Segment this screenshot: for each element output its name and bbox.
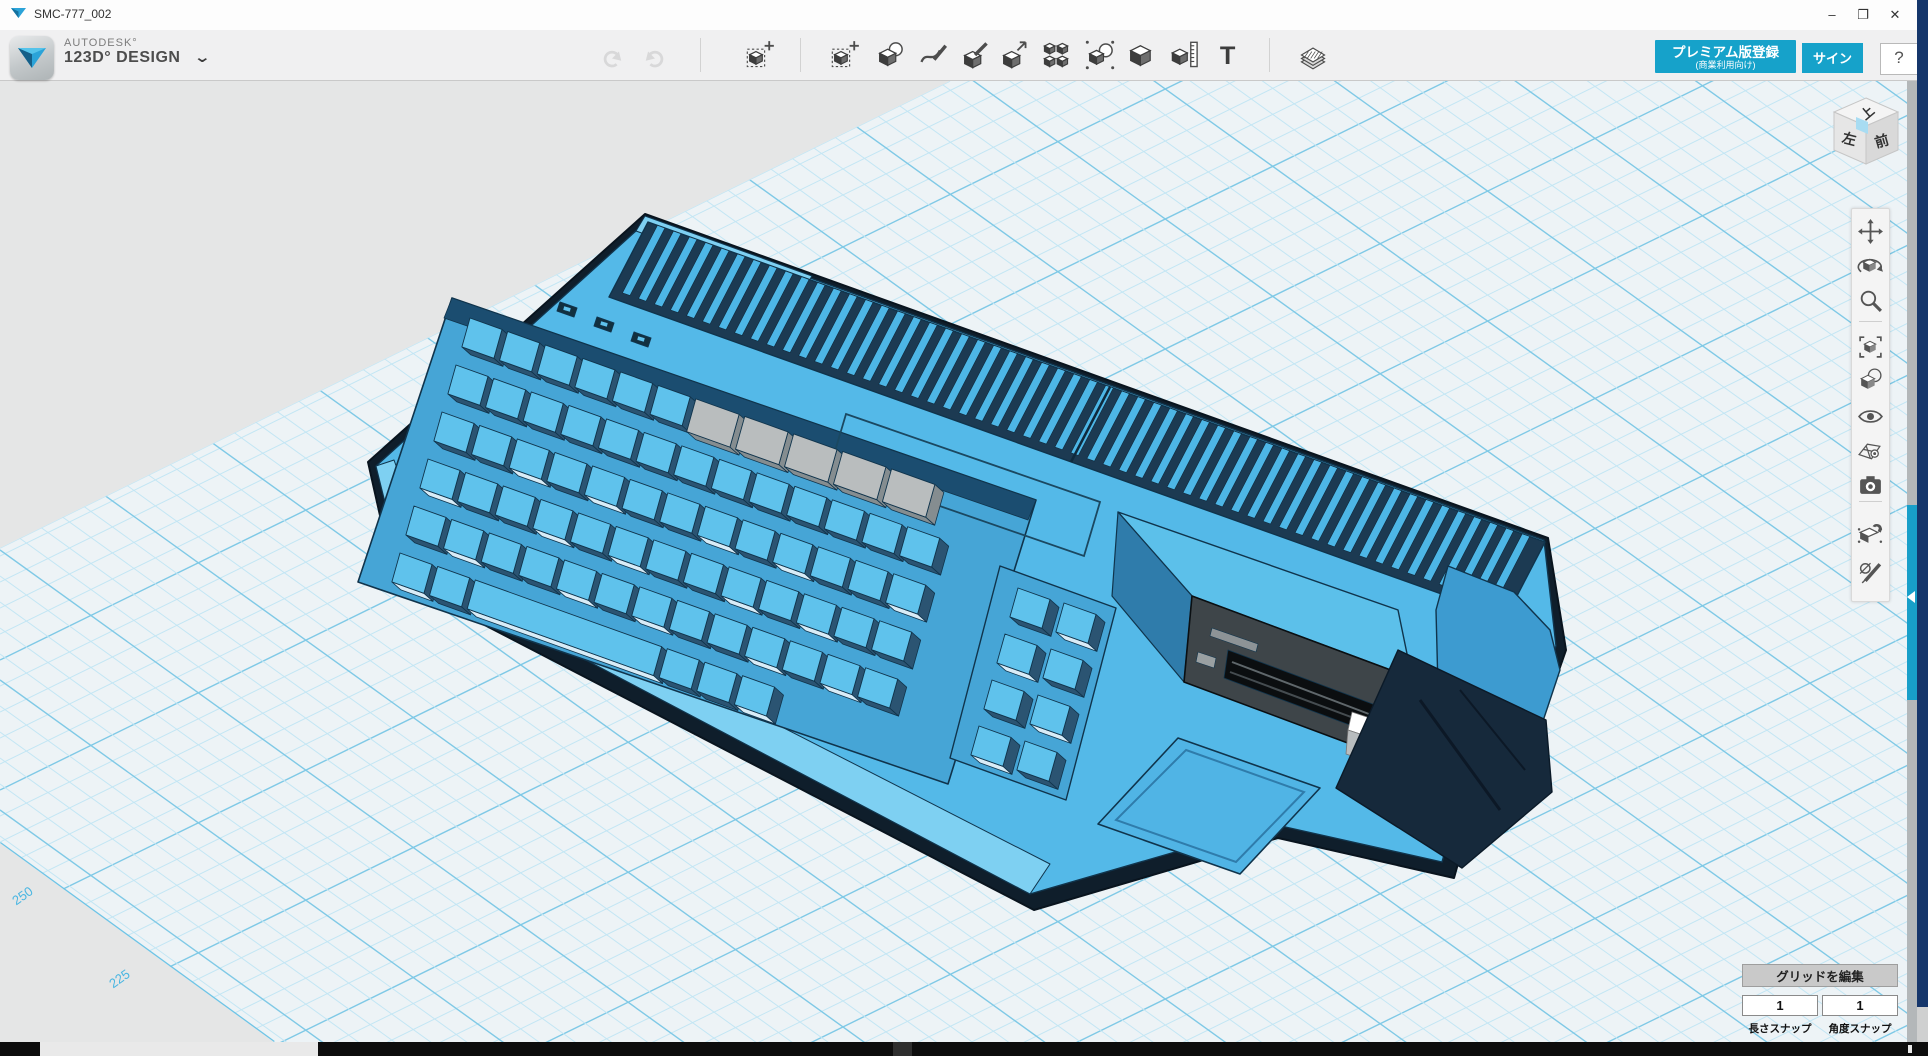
toolbar-separator — [700, 38, 701, 72]
background-window-foot — [1917, 1007, 1928, 1042]
pattern-icon[interactable] — [1041, 40, 1071, 70]
construct-icon[interactable] — [960, 40, 990, 70]
viewport-canvas[interactable]: 250 225 上 左 前 グリッドを編集 長さスナップ 角度スナップ — [0, 81, 1907, 1042]
title-bar: SMC-777_002 – ❐ ✕ — [0, 0, 1928, 31]
transform-icon[interactable] — [830, 40, 860, 70]
panel-slide-handle[interactable] — [1907, 505, 1917, 700]
angle-snap-input[interactable] — [1822, 995, 1898, 1016]
show-grid-icon[interactable] — [1857, 438, 1884, 465]
pan-icon[interactable] — [1857, 218, 1884, 245]
primitives-icon[interactable] — [875, 40, 905, 70]
taskbar-item[interactable] — [893, 1042, 912, 1056]
length-snap-label: 長さスナップ — [1742, 1021, 1818, 1036]
premium-label: プレミアム版登録 — [1661, 45, 1790, 60]
navigation-toolbar — [1851, 208, 1890, 602]
angle-snap-label: 角度スナップ — [1822, 1021, 1898, 1036]
background-window-edge — [1917, 0, 1928, 1007]
text-icon[interactable]: T — [1213, 40, 1243, 70]
close-button[interactable]: ✕ — [1878, 0, 1912, 30]
document-title: SMC-777_002 — [34, 7, 111, 21]
sketch-ruler-icon[interactable] — [1857, 558, 1884, 585]
transform-icon[interactable] — [745, 40, 775, 70]
shade-icon[interactable] — [1857, 366, 1884, 393]
modify-icon[interactable] — [999, 40, 1029, 70]
snap-box-icon[interactable] — [1857, 520, 1884, 547]
nav-separator — [1859, 321, 1882, 322]
grid-edit-panel: グリッドを編集 長さスナップ 角度スナップ — [1742, 964, 1898, 987]
app-logo-small-icon — [11, 8, 26, 19]
grid-axis-label-250: 250 — [9, 883, 35, 908]
taskbar-indicator — [1908, 1045, 1912, 1053]
fit-icon[interactable] — [1857, 333, 1884, 360]
restore-button[interactable]: ❐ — [1846, 0, 1880, 30]
hide-icon[interactable] — [1857, 403, 1884, 430]
length-snap-input[interactable] — [1742, 995, 1818, 1016]
taskbar-active-app[interactable] — [40, 1042, 318, 1056]
nav-separator — [1859, 501, 1882, 502]
grid-axis-label-225: 225 — [106, 966, 132, 991]
minimize-button[interactable]: – — [1815, 0, 1849, 30]
material-icon[interactable] — [1298, 40, 1328, 70]
help-button[interactable]: ? — [1880, 43, 1918, 75]
combine-icon[interactable] — [1126, 40, 1156, 70]
measure-icon[interactable] — [1170, 40, 1200, 70]
brand-product: 123D° DESIGN — [64, 49, 180, 67]
brand-block: AUTODESK° 123D° DESIGN — [64, 37, 180, 67]
grouping-icon[interactable] — [1085, 40, 1115, 70]
premium-register-button[interactable]: プレミアム版登録 (商業利用向け) — [1655, 40, 1796, 73]
svg-text:T: T — [1220, 42, 1236, 70]
view-cube[interactable]: 上 左 前 — [1824, 91, 1914, 181]
signin-button[interactable]: サインイン — [1802, 43, 1863, 73]
undo-icon — [597, 40, 627, 70]
brand-company: AUTODESK° — [64, 37, 180, 49]
redo-icon — [640, 40, 670, 70]
app-window: SMC-777_002 – ❐ ✕ AUTODESK° 123D° DESIGN… — [0, 0, 1928, 1056]
zoom-icon[interactable] — [1857, 287, 1884, 314]
chevron-down-icon[interactable]: ⌄ — [193, 48, 211, 66]
collapse-arrow-icon — [1907, 591, 1915, 603]
toolbar-separator — [1269, 38, 1270, 72]
premium-sublabel: (商業利用向け) — [1661, 60, 1790, 71]
grid-edit-button[interactable]: グリッドを編集 — [1742, 964, 1898, 987]
main-toolbar: AUTODESK° 123D° DESIGN ⌄ T プレミアム版登録 (商業利… — [0, 30, 1928, 81]
orbit-icon[interactable] — [1857, 252, 1884, 279]
toolbar-separator — [800, 38, 801, 72]
sketch-icon[interactable] — [918, 40, 948, 70]
app-logo-icon[interactable] — [10, 36, 54, 80]
os-taskbar[interactable] — [0, 1042, 1928, 1056]
screenshot-icon[interactable] — [1857, 471, 1884, 498]
